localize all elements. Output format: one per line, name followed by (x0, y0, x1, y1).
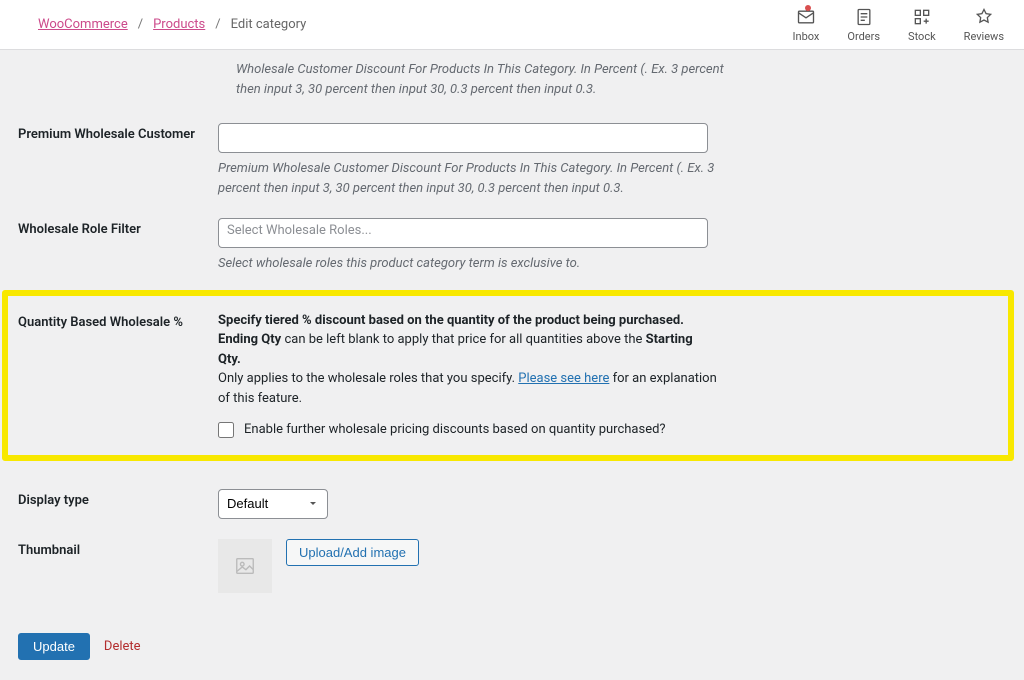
quantity-based-highlight: Quantity Based Wholesale % Specify tiere… (2, 290, 1014, 461)
qb-label: Quantity Based Wholesale % (18, 311, 218, 330)
qb-desc-line2: Ending Qty can be left blank to apply th… (218, 330, 718, 369)
breadcrumb-sep: / (211, 17, 224, 32)
thumbnail-label: Thumbnail (18, 539, 218, 558)
row-thumbnail: Thumbnail Upload/Add image (18, 529, 1004, 603)
form-actions: Update Delete (18, 633, 1004, 660)
qb-desc-line1: Specify tiered % discount based on the q… (218, 311, 718, 331)
activity-inbox[interactable]: Inbox (793, 7, 820, 43)
role-filter-select[interactable]: Select Wholesale Roles... (218, 218, 708, 248)
activity-stock-label: Stock (908, 30, 936, 43)
breadcrumb-current: Edit category (231, 17, 307, 32)
breadcrumb-products[interactable]: Products (153, 17, 205, 32)
breadcrumb: WooCommerce / Products / Edit category (38, 17, 306, 32)
role-filter-help: Select wholesale roles this product cate… (218, 254, 718, 274)
premium-wholesale-help: Premium Wholesale Customer Discount For … (218, 159, 718, 198)
activity-reviews[interactable]: Reviews (964, 7, 1004, 43)
update-button[interactable]: Update (18, 633, 90, 660)
activity-orders[interactable]: Orders (847, 7, 880, 43)
reviews-icon (974, 7, 994, 27)
row-role-filter: Wholesale Role Filter Select Wholesale R… (18, 208, 1004, 284)
breadcrumb-woocommerce[interactable]: WooCommerce (38, 17, 128, 32)
role-filter-label: Wholesale Role Filter (18, 218, 218, 237)
activity-orders-label: Orders (847, 30, 880, 43)
delete-link[interactable]: Delete (104, 639, 141, 654)
row-display-type: Display type Default (18, 479, 1004, 529)
breadcrumb-sep: / (134, 17, 147, 32)
qb-enable-checkbox[interactable] (218, 422, 234, 438)
qb-see-here-link[interactable]: Please see here (518, 371, 609, 386)
display-type-label: Display type (18, 489, 218, 508)
upload-image-button[interactable]: Upload/Add image (286, 539, 419, 566)
orders-icon (854, 7, 874, 27)
premium-wholesale-label: Premium Wholesale Customer (18, 123, 218, 142)
form-content: Wholesale Customer Discount For Products… (0, 50, 1024, 680)
stock-icon (912, 7, 932, 27)
premium-wholesale-input[interactable] (218, 123, 708, 153)
display-type-select[interactable]: Default (218, 489, 328, 519)
activity-panel: Inbox Orders Stock Reviews (793, 7, 1004, 43)
activity-reviews-label: Reviews (964, 30, 1004, 43)
thumbnail-placeholder (218, 539, 272, 593)
qb-desc-line3: Only applies to the wholesale roles that… (218, 369, 718, 408)
image-placeholder-icon (234, 555, 256, 577)
qb-checkbox-label: Enable further wholesale pricing discoun… (244, 420, 666, 440)
activity-stock[interactable]: Stock (908, 7, 936, 43)
activity-inbox-label: Inbox (793, 30, 820, 43)
notification-dot (805, 5, 811, 11)
row-premium-wholesale: Premium Wholesale Customer Premium Whole… (18, 113, 1004, 208)
wholesale-help-top: Wholesale Customer Discount For Products… (236, 60, 726, 99)
top-bar: WooCommerce / Products / Edit category I… (0, 0, 1024, 50)
